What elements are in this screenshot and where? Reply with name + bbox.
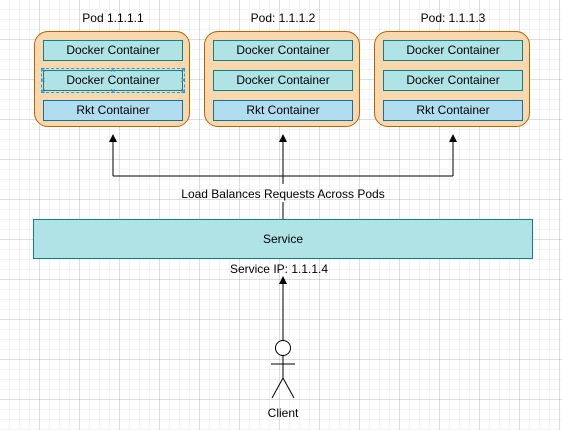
pod-1-rkt-container[interactable]: Rkt Container	[43, 100, 183, 121]
service-ip-label: Service IP: 1.1.1.4	[229, 262, 329, 276]
pod-2-docker-container-2[interactable]: Docker Container	[213, 70, 353, 91]
resize-handle-left[interactable]: ×	[40, 76, 46, 85]
pod-1[interactable]: Docker Container Docker Container Rkt Co…	[34, 31, 190, 127]
client-label: Client	[267, 406, 299, 420]
resize-handle-top-left[interactable]: ×	[40, 66, 46, 75]
pod-3-docker-container-2[interactable]: Docker Container	[383, 70, 523, 91]
resize-handle-bottom[interactable]: ×	[110, 87, 116, 96]
pod-1-docker-container-1[interactable]: Docker Container	[43, 40, 183, 61]
pod-1-title: Pod 1.1.1.1	[82, 11, 144, 25]
resize-handle-top[interactable]: ×	[110, 66, 116, 75]
pod-3-docker-container-1[interactable]: Docker Container	[383, 40, 523, 61]
resize-handle-bottom-right[interactable]: ×	[180, 87, 186, 96]
service-box[interactable]: Service	[33, 219, 533, 259]
diagram-canvas: Pod 1.1.1.1 Pod: 1.1.1.2 Pod: 1.1.1.3 Do…	[0, 0, 562, 430]
resize-handle-top-right[interactable]: ×	[180, 66, 186, 75]
pod-3-title: Pod: 1.1.1.3	[420, 11, 486, 25]
pod-3-rkt-container[interactable]: Rkt Container	[383, 100, 523, 121]
pod-2[interactable]: Docker Container Docker Container Rkt Co…	[204, 31, 360, 127]
load-balance-label: Load Balances Requests Across Pods	[181, 187, 385, 201]
pod-2-title: Pod: 1.1.1.2	[250, 11, 316, 25]
client-actor-figure[interactable]	[271, 340, 295, 399]
pod-2-docker-container-1[interactable]: Docker Container	[213, 40, 353, 61]
pod-2-rkt-container[interactable]: Rkt Container	[213, 100, 353, 121]
resize-handle-bottom-left[interactable]: ×	[40, 87, 46, 96]
resize-handle-right[interactable]: ×	[180, 76, 186, 85]
pod-3[interactable]: Docker Container Docker Container Rkt Co…	[374, 31, 530, 127]
